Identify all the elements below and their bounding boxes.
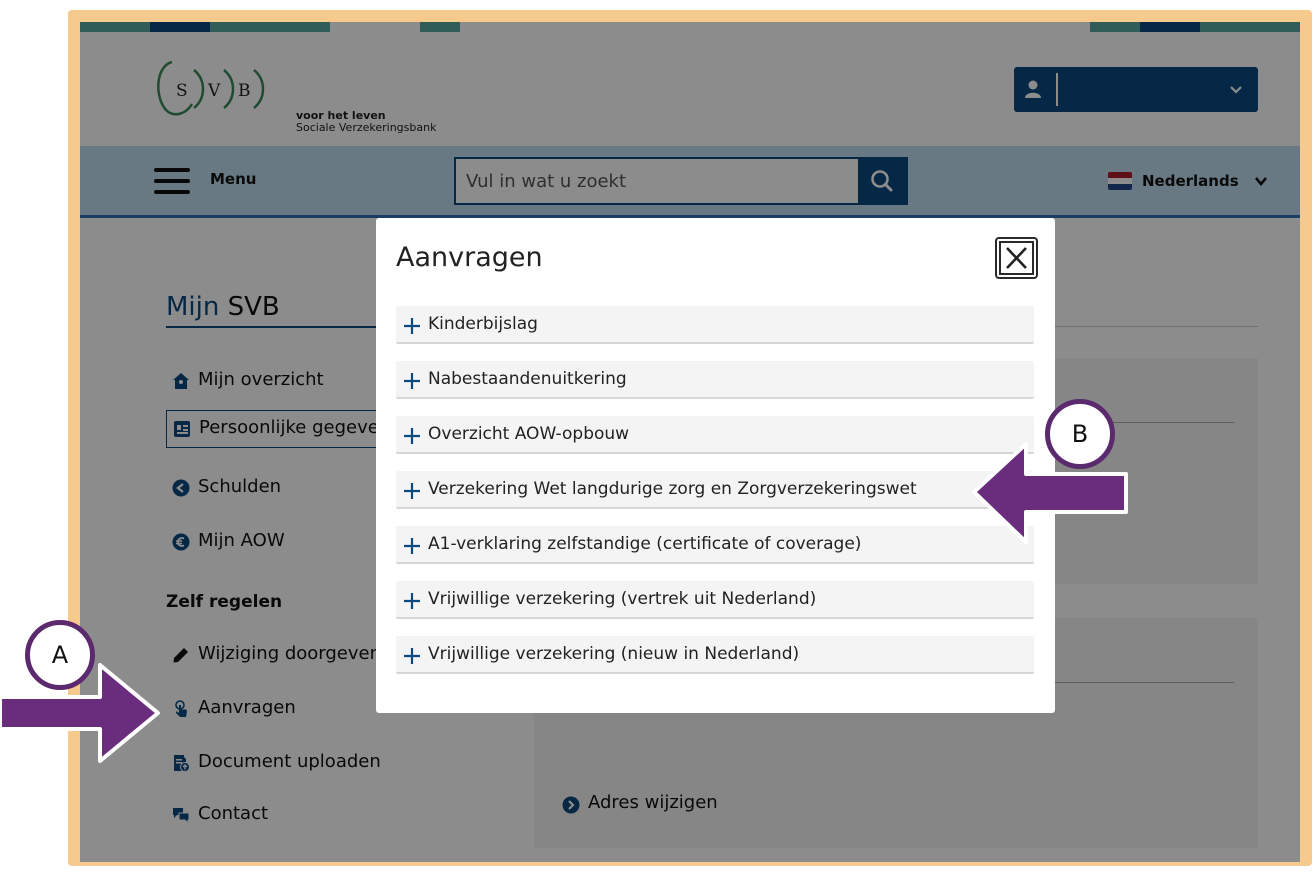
annotation-marker-b: B <box>1045 399 1115 469</box>
plus-icon <box>404 538 420 554</box>
accordion-item-vrijwillige-vertrek[interactable]: Vrijwillige verzekering (vertrek uit Ned… <box>396 581 1034 619</box>
accordion-item-vrijwillige-nieuw[interactable]: Vrijwillige verzekering (nieuw in Nederl… <box>396 636 1034 674</box>
close-icon <box>999 241 1034 275</box>
plus-icon <box>404 373 420 389</box>
plus-icon <box>404 483 420 499</box>
aanvragen-dialog: Aanvragen Kinderbijslag Nabestaandenuitk… <box>376 218 1055 713</box>
plus-icon <box>404 318 420 334</box>
accordion-item-kinderbijslag[interactable]: Kinderbijslag <box>396 306 1034 344</box>
accordion-item-a1-verklaring[interactable]: A1-verklaring zelfstandige (certificate … <box>396 526 1034 564</box>
dialog-title: Aanvragen <box>396 242 543 273</box>
accordion-item-verzekering-wlz-zvw[interactable]: Verzekering Wet langdurige zorg en Zorgv… <box>396 471 1034 509</box>
accordion-item-overzicht-aow-opbouw[interactable]: Overzicht AOW-opbouw <box>396 416 1034 454</box>
close-button[interactable] <box>995 237 1038 279</box>
annotation-marker-a: A <box>25 620 95 690</box>
plus-icon <box>404 648 420 664</box>
plus-icon <box>404 428 420 444</box>
plus-icon <box>404 593 420 609</box>
accordion-item-nabestaandenuitkering[interactable]: Nabestaandenuitkering <box>396 361 1034 399</box>
